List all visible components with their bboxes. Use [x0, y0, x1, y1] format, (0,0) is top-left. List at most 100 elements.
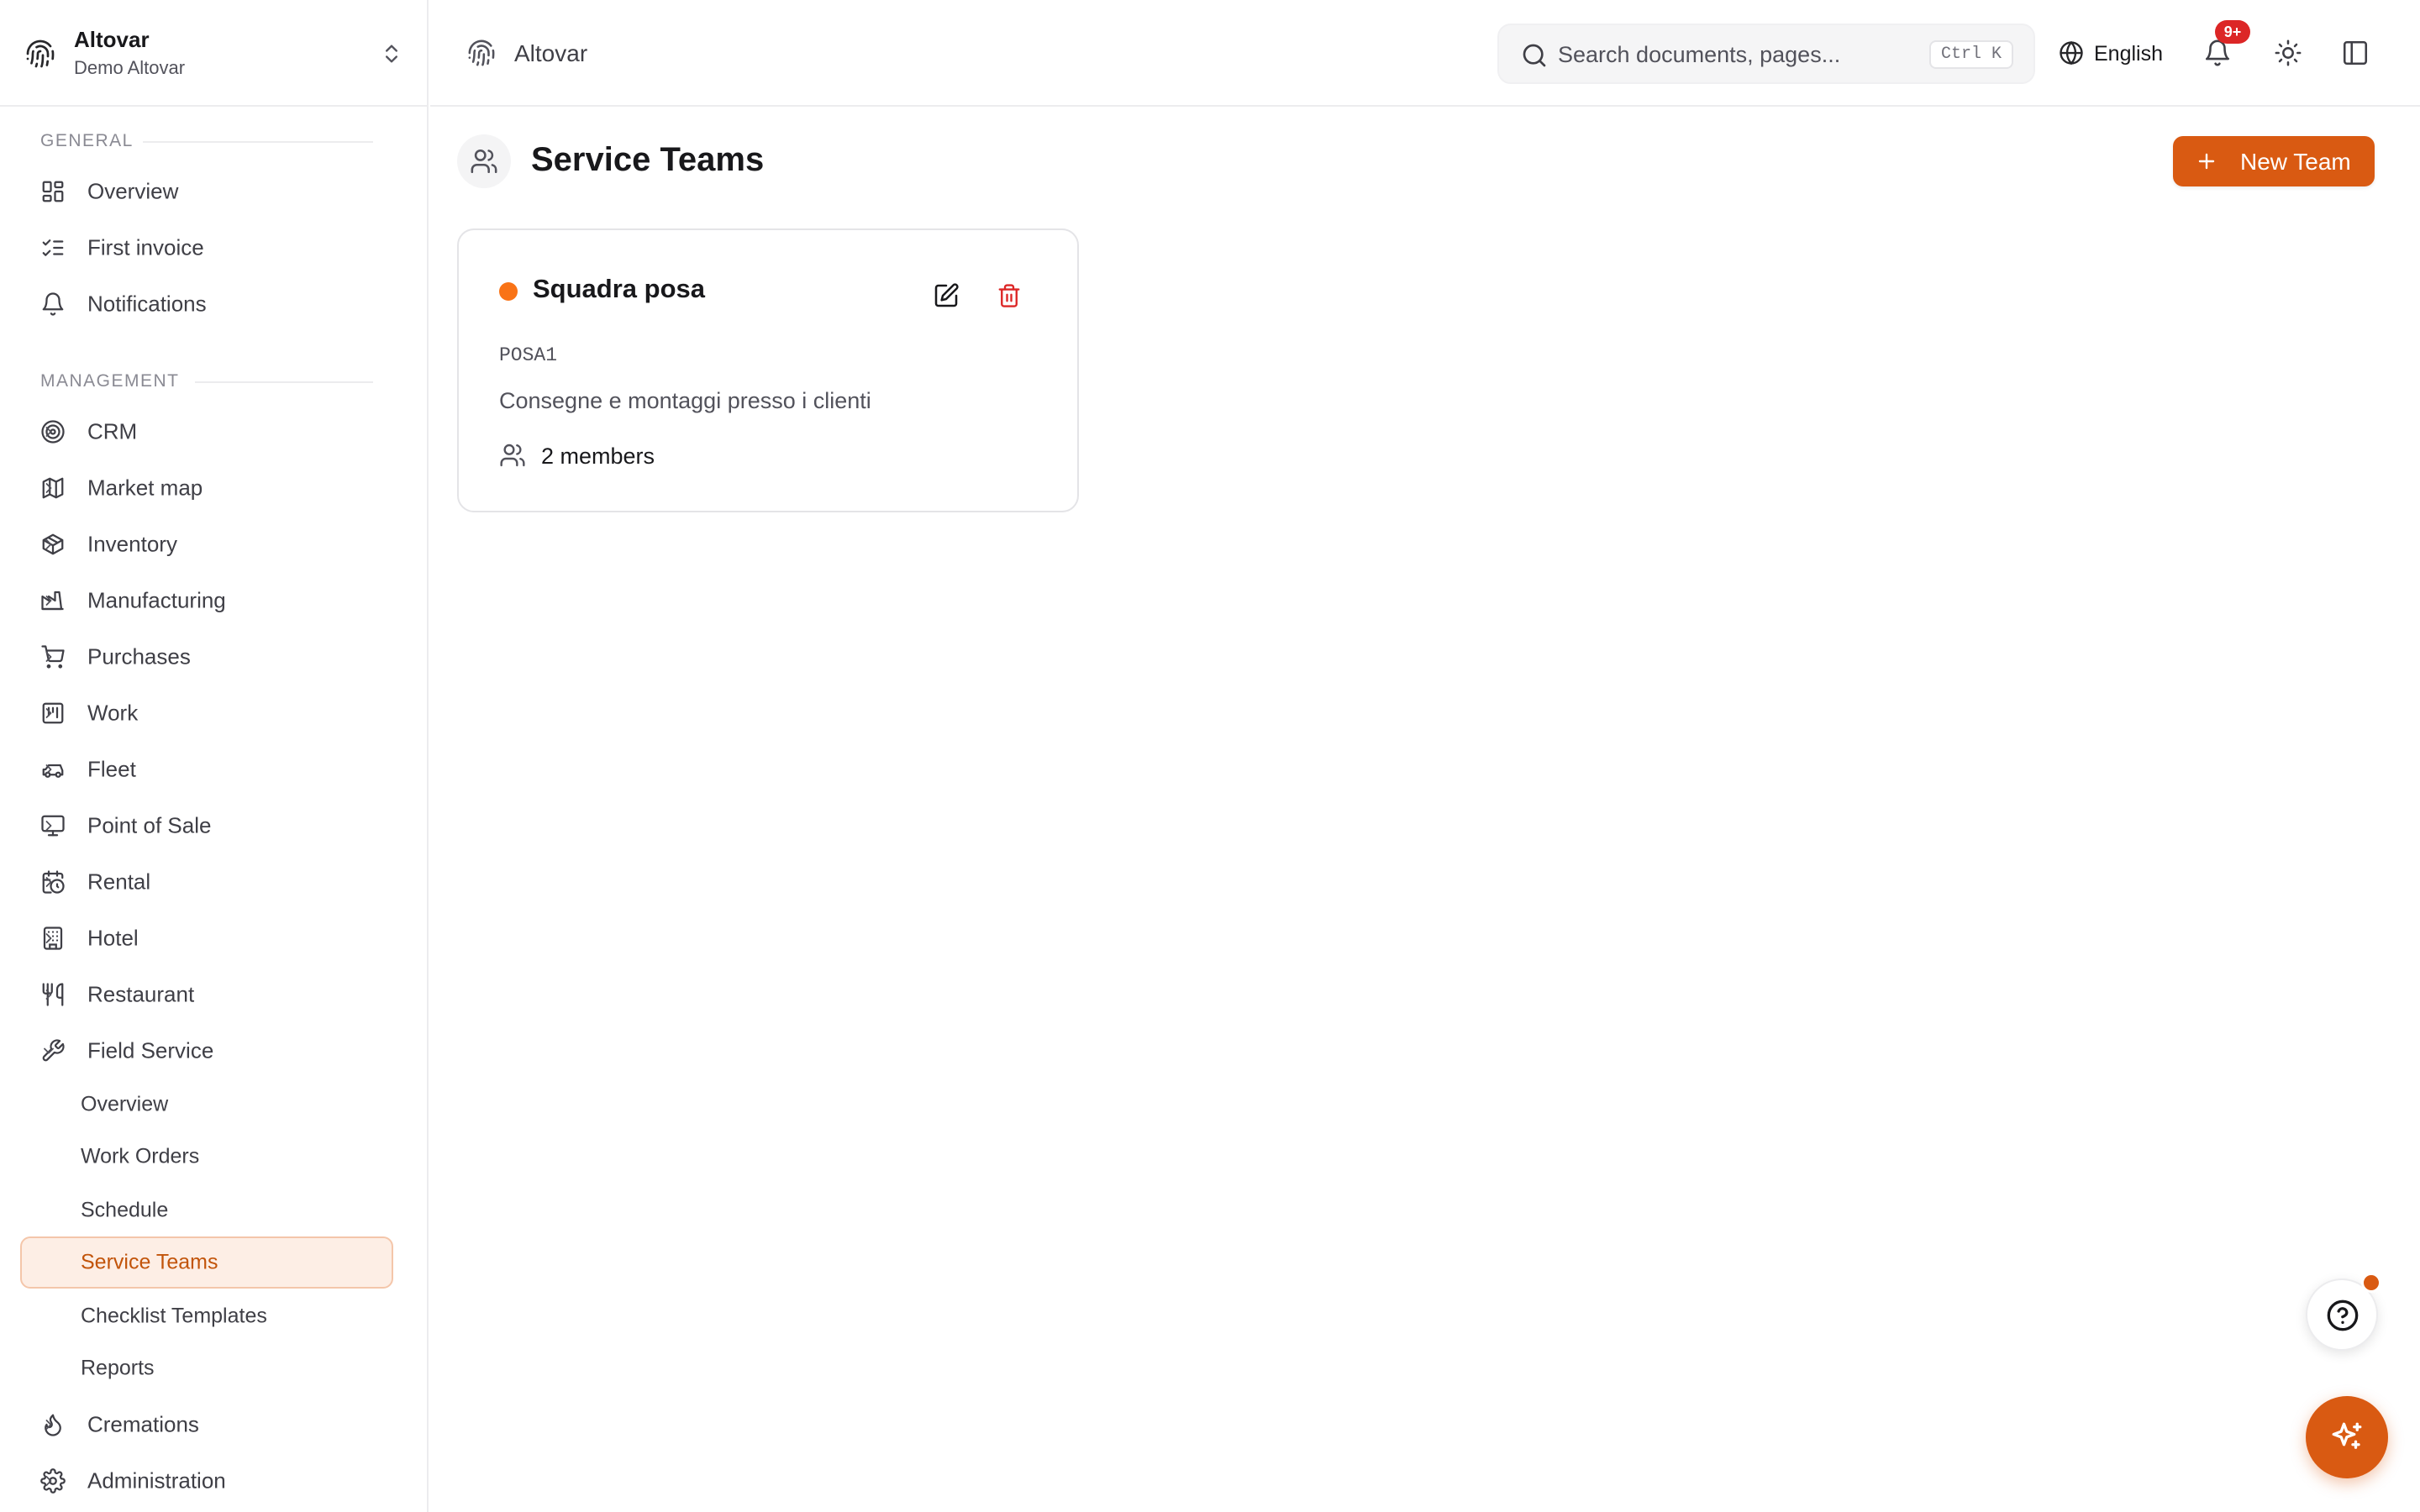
fingerprint-icon: [25, 39, 55, 69]
sidebar-item-market-map[interactable]: Market map: [20, 463, 395, 513]
sidebar-item-manufacturing[interactable]: Manufacturing: [20, 575, 395, 626]
breadcrumb[interactable]: Altovar: [514, 40, 587, 67]
sidebar-item-hotel[interactable]: Hotel: [20, 913, 395, 963]
sidebar-subitem-reports[interactable]: Reports: [20, 1342, 393, 1394]
panel-left-icon[interactable]: [2341, 39, 2370, 67]
sidebar-item-label: Administration: [87, 1467, 226, 1494]
chevrons-up-down-icon[interactable]: [380, 40, 403, 67]
team-color-dot: [499, 282, 518, 301]
sidebar-item-fleet[interactable]: Fleet: [20, 744, 395, 795]
sidebar-subitem-label: Work Orders: [81, 1144, 200, 1168]
chevron-right-icon: [40, 592, 57, 609]
section-divider: [195, 381, 373, 383]
chevron-right-icon: [40, 874, 57, 890]
team-name: Squadra posa: [533, 274, 705, 303]
sidebar-item-label: First invoice: [87, 234, 204, 260]
sidebar-subitem-label: Schedule: [81, 1198, 169, 1222]
sidebar-item-label: Inventory: [87, 531, 177, 557]
sidebar-item-label: Purchases: [87, 643, 191, 669]
section-label-management: MANAGEMENT: [40, 371, 180, 391]
sidebar-item-label: Cremations: [87, 1411, 199, 1437]
sparkles-icon: [2329, 1420, 2365, 1455]
sidebar-item-restaurant[interactable]: Restaurant: [20, 969, 395, 1020]
section-label-general: GENERAL: [40, 131, 134, 150]
sidebar-item-rental[interactable]: Rental: [20, 857, 395, 907]
sidebar-item-cremations[interactable]: Cremations: [20, 1399, 395, 1450]
team-card[interactable]: Squadra posa POSA1 Consegne e montaggi p…: [457, 228, 1079, 512]
sidebar-subitem-label: Overview: [81, 1092, 169, 1116]
sidebar-item-administration[interactable]: Administration: [20, 1456, 395, 1506]
sidebar-item-label: Market map: [87, 475, 203, 501]
sidebar-item-first-invoice[interactable]: First invoice: [20, 223, 395, 273]
chevron-right-icon: [40, 536, 57, 553]
fingerprint-icon: [467, 39, 496, 67]
chevron-right-icon: [40, 1416, 57, 1433]
sidebar-item-purchases[interactable]: Purchases: [20, 632, 395, 682]
chevron-right-icon: [40, 648, 57, 665]
team-description: Consegne e montaggi presso i clienti: [499, 388, 871, 413]
chevron-right-icon: [40, 986, 57, 1003]
search-box[interactable]: Ctrl K: [1497, 24, 2035, 84]
sidebar-subitem-label: Checklist Templates: [81, 1304, 267, 1328]
chevron-right-icon: [40, 930, 57, 947]
users-icon: [499, 442, 526, 469]
layout-dashboard-icon: [40, 179, 66, 204]
sidebar-item-label: Rental: [87, 869, 151, 895]
sidebar-item-label: Work: [87, 700, 139, 726]
chevron-right-icon: [40, 817, 57, 834]
ai-assistant-button[interactable]: [2306, 1396, 2388, 1478]
chevron-right-icon: [40, 480, 57, 496]
sidebar-subitem-service-teams[interactable]: Service Teams: [20, 1236, 393, 1289]
plus-icon: [2196, 151, 2217, 171]
sidebar-item-work[interactable]: Work: [20, 688, 395, 738]
chevron-right-icon: [40, 423, 57, 440]
sidebar-item-point-of-sale[interactable]: Point of Sale: [20, 801, 395, 851]
sidebar-item-overview[interactable]: Overview: [20, 166, 395, 217]
edit-icon[interactable]: [933, 282, 960, 309]
sidebar-item-label: Fleet: [87, 756, 136, 782]
new-team-button[interactable]: New Team: [2173, 136, 2375, 186]
sidebar-item-label: Notifications: [87, 291, 207, 317]
section-divider: [143, 141, 373, 143]
sidebar-item-label: CRM: [87, 418, 138, 444]
sidebar-item-crm[interactable]: CRM: [20, 407, 395, 457]
org-name: Altovar: [74, 27, 150, 52]
sidebar-item-inventory[interactable]: Inventory: [20, 519, 395, 570]
sun-icon[interactable]: [2274, 39, 2302, 67]
team-members-count: 2 members: [541, 444, 655, 469]
new-team-label: New Team: [2240, 149, 2351, 175]
chevron-down-icon: [40, 1042, 57, 1059]
sidebar-subitem-overview[interactable]: Overview: [20, 1079, 393, 1131]
sidebar-subitem-schedule[interactable]: Schedule: [20, 1184, 393, 1236]
help-circle-icon: [2326, 1299, 2360, 1332]
sidebar-subitem-checklist-templates[interactable]: Checklist Templates: [20, 1290, 393, 1342]
users-icon: [470, 147, 498, 176]
sidebar-subitem-work-orders[interactable]: Work Orders: [20, 1131, 393, 1183]
search-shortcut: Ctrl K: [1929, 40, 2014, 69]
org-switcher[interactable]: Altovar Demo Altovar: [0, 0, 427, 107]
page-icon: [457, 134, 511, 188]
sidebar-subitem-label: Reports: [81, 1356, 155, 1380]
topbar: Altovar Ctrl K English 9+: [430, 0, 2420, 107]
sidebar-item-label: Overview: [87, 178, 179, 204]
chevron-right-icon: [40, 1473, 57, 1489]
sidebar-item-label: Hotel: [87, 925, 139, 951]
team-code: POSA1: [499, 344, 558, 366]
sidebar-item-label: Restaurant: [87, 981, 195, 1007]
sidebar-item-notifications[interactable]: Notifications: [20, 279, 395, 329]
chevron-right-icon: [40, 705, 57, 722]
sidebar-item-label: Point of Sale: [87, 812, 212, 838]
language-label: English: [2094, 42, 2163, 66]
chevron-right-icon: [40, 761, 57, 778]
bell-icon: [40, 291, 66, 317]
sidebar-item-field-service[interactable]: Field Service: [20, 1026, 395, 1076]
globe-icon: [2059, 40, 2084, 66]
sidebar-item-label: Field Service: [87, 1037, 214, 1063]
sidebar: Altovar Demo Altovar GENERAL Overview Fi…: [0, 0, 429, 1512]
sidebar-item-label: Manufacturing: [87, 587, 226, 613]
list-checks-icon: [40, 235, 66, 260]
trash-icon[interactable]: [997, 282, 1022, 309]
search-input[interactable]: [1558, 37, 1911, 72]
sidebar-subitem-label: Service Teams: [81, 1250, 218, 1274]
help-indicator-dot: [2361, 1273, 2381, 1293]
